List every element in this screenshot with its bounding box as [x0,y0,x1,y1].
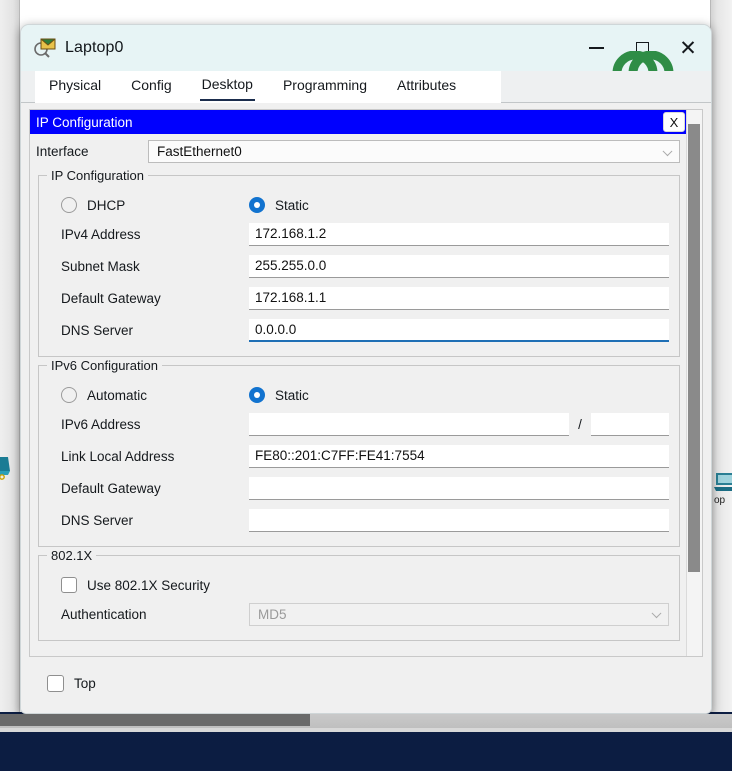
canvas-right-toolbar [710,0,732,712]
interface-row: Interface FastEthernet0 [30,134,688,167]
minimize-button[interactable] [573,25,619,71]
ipv4-static-radio[interactable]: Static [249,197,309,213]
subnet-mask-row: Subnet Mask [49,252,669,280]
subnet-mask-input[interactable] [249,254,669,278]
subnet-mask-label: Subnet Mask [61,258,140,274]
ipv6-automatic-label: Automatic [87,387,148,403]
minimize-icon [588,47,604,49]
ipv4-address-row: IPv4 Address [49,220,669,248]
ipv6-default-gateway-input[interactable] [249,476,669,500]
ipv4-dns-server-input[interactable] [249,318,669,342]
ipv4-dhcp-radio[interactable]: DHCP [49,197,249,213]
ipv6-dns-server-row: DNS Server [49,506,669,534]
authentication-row: Authentication MD5 [49,600,669,628]
laptop-properties-window: Laptop0 ✕ Physical Config Desktop Progra… [20,24,712,714]
vertical-scrollbar-track[interactable] [686,110,702,656]
canvas-bottom-edge [0,728,732,732]
ipv4-dns-server-label: DNS Server [61,322,134,338]
ipv4-static-label: Static [275,197,309,213]
link-local-address-input[interactable] [249,444,669,468]
maximize-button[interactable] [619,25,665,71]
laptop-device-icon [714,473,732,491]
tab-list: Physical Config Desktop Programming Attr… [21,71,458,102]
dot1x-group-title: 802.1X [47,548,97,563]
tab-desktop[interactable]: Desktop [199,72,255,101]
radio-selected-icon [249,387,265,403]
horizontal-scrollbar-thumb[interactable] [0,714,310,726]
ipv6-prefix-separator: / [578,416,582,432]
network-device-icon [0,457,10,480]
ipv4-mode-row: DHCP Static [49,190,669,220]
link-local-address-row: Link Local Address [49,442,669,470]
window-title: Laptop0 [65,39,124,56]
ipv6-default-gateway-row: Default Gateway [49,474,669,502]
dot1x-group: 802.1X Use 802.1X Security Authenticatio… [38,548,680,641]
ip-configuration-scroll-area: IP Configuration X Interface FastEtherne… [29,109,703,657]
radio-unselected-icon [61,197,77,213]
vertical-scrollbar-thumb[interactable] [688,124,700,572]
background-device-right[interactable]: op [714,470,732,506]
canvas-left-toolbar [0,0,20,712]
ipv6-group-title: IPv6 Configuration [47,358,162,373]
chevron-down-icon [662,145,673,156]
tab-config[interactable]: Config [129,73,173,100]
ipv4-configuration-group: IP Configuration DHCP Static IPv4 Addres… [38,168,680,357]
tab-attributes[interactable]: Attributes [395,73,458,100]
background-device-left[interactable] [0,455,20,481]
maximize-icon [635,41,649,55]
ipv4-address-input[interactable] [249,222,669,246]
chevron-down-icon [651,608,662,619]
ipv6-address-row: IPv6 Address / [49,410,669,438]
ipv4-dns-server-row: DNS Server [49,316,669,344]
ipv6-dns-server-label: DNS Server [61,512,134,528]
close-window-button[interactable]: ✕ [665,25,711,71]
ipv6-configuration-group: IPv6 Configuration Automatic Static IPv6… [38,358,680,547]
background-device-label: op [714,495,726,506]
ipv6-automatic-radio[interactable]: Automatic [49,387,249,403]
ipv6-static-radio[interactable]: Static [249,387,309,403]
authentication-label: Authentication [61,606,147,622]
interface-value: FastEthernet0 [157,144,242,159]
top-checkbox[interactable] [47,674,64,692]
tab-physical[interactable]: Physical [47,73,103,100]
window-titlebar: Laptop0 ✕ [21,25,711,96]
ipv4-address-label: IPv4 Address [61,226,141,242]
use-dot1x-security-label: Use 802.1X Security [87,577,211,593]
use-dot1x-security-row[interactable]: Use 802.1X Security [49,570,669,600]
ipv6-address-label: IPv6 Address [61,416,141,432]
authentication-select[interactable]: MD5 [249,602,669,626]
ipv4-default-gateway-input[interactable] [249,286,669,310]
inspect-envelope-icon [33,37,57,59]
panel-close-button[interactable]: X [663,112,685,132]
top-label: Top [74,675,96,691]
ipv4-default-gateway-row: Default Gateway [49,284,669,312]
tab-bar: Physical Config Desktop Programming Attr… [21,71,711,103]
window-controls: ✕ [573,25,711,71]
ipv6-prefix-length-input[interactable] [591,412,669,436]
ipv4-default-gateway-label: Default Gateway [61,290,161,306]
tab-programming[interactable]: Programming [281,73,369,100]
ipv6-address-input[interactable] [249,412,569,436]
panel-titlebar: IP Configuration X [30,110,688,134]
ipv6-mode-row: Automatic Static [49,380,669,410]
window-content: IP Configuration X Interface FastEtherne… [21,103,711,713]
ip-configuration-panel: IP Configuration X Interface FastEtherne… [30,110,688,641]
authentication-value: MD5 [258,606,287,622]
use-dot1x-security-checkbox[interactable] [61,577,77,593]
radio-unselected-icon [61,387,77,403]
interface-select[interactable]: FastEthernet0 [148,140,680,163]
radio-selected-icon [249,197,265,213]
close-icon: ✕ [679,36,697,60]
ipv4-dhcp-label: DHCP [87,197,126,213]
interface-label: Interface [36,144,89,159]
ipv6-dns-server-input[interactable] [249,508,669,532]
link-local-address-label: Link Local Address [61,448,175,464]
ipv4-group-title: IP Configuration [47,168,148,183]
window-footer: Top [29,657,703,709]
ipv6-static-label: Static [275,387,309,403]
ipv6-default-gateway-label: Default Gateway [61,480,161,496]
panel-title: IP Configuration [36,114,133,130]
